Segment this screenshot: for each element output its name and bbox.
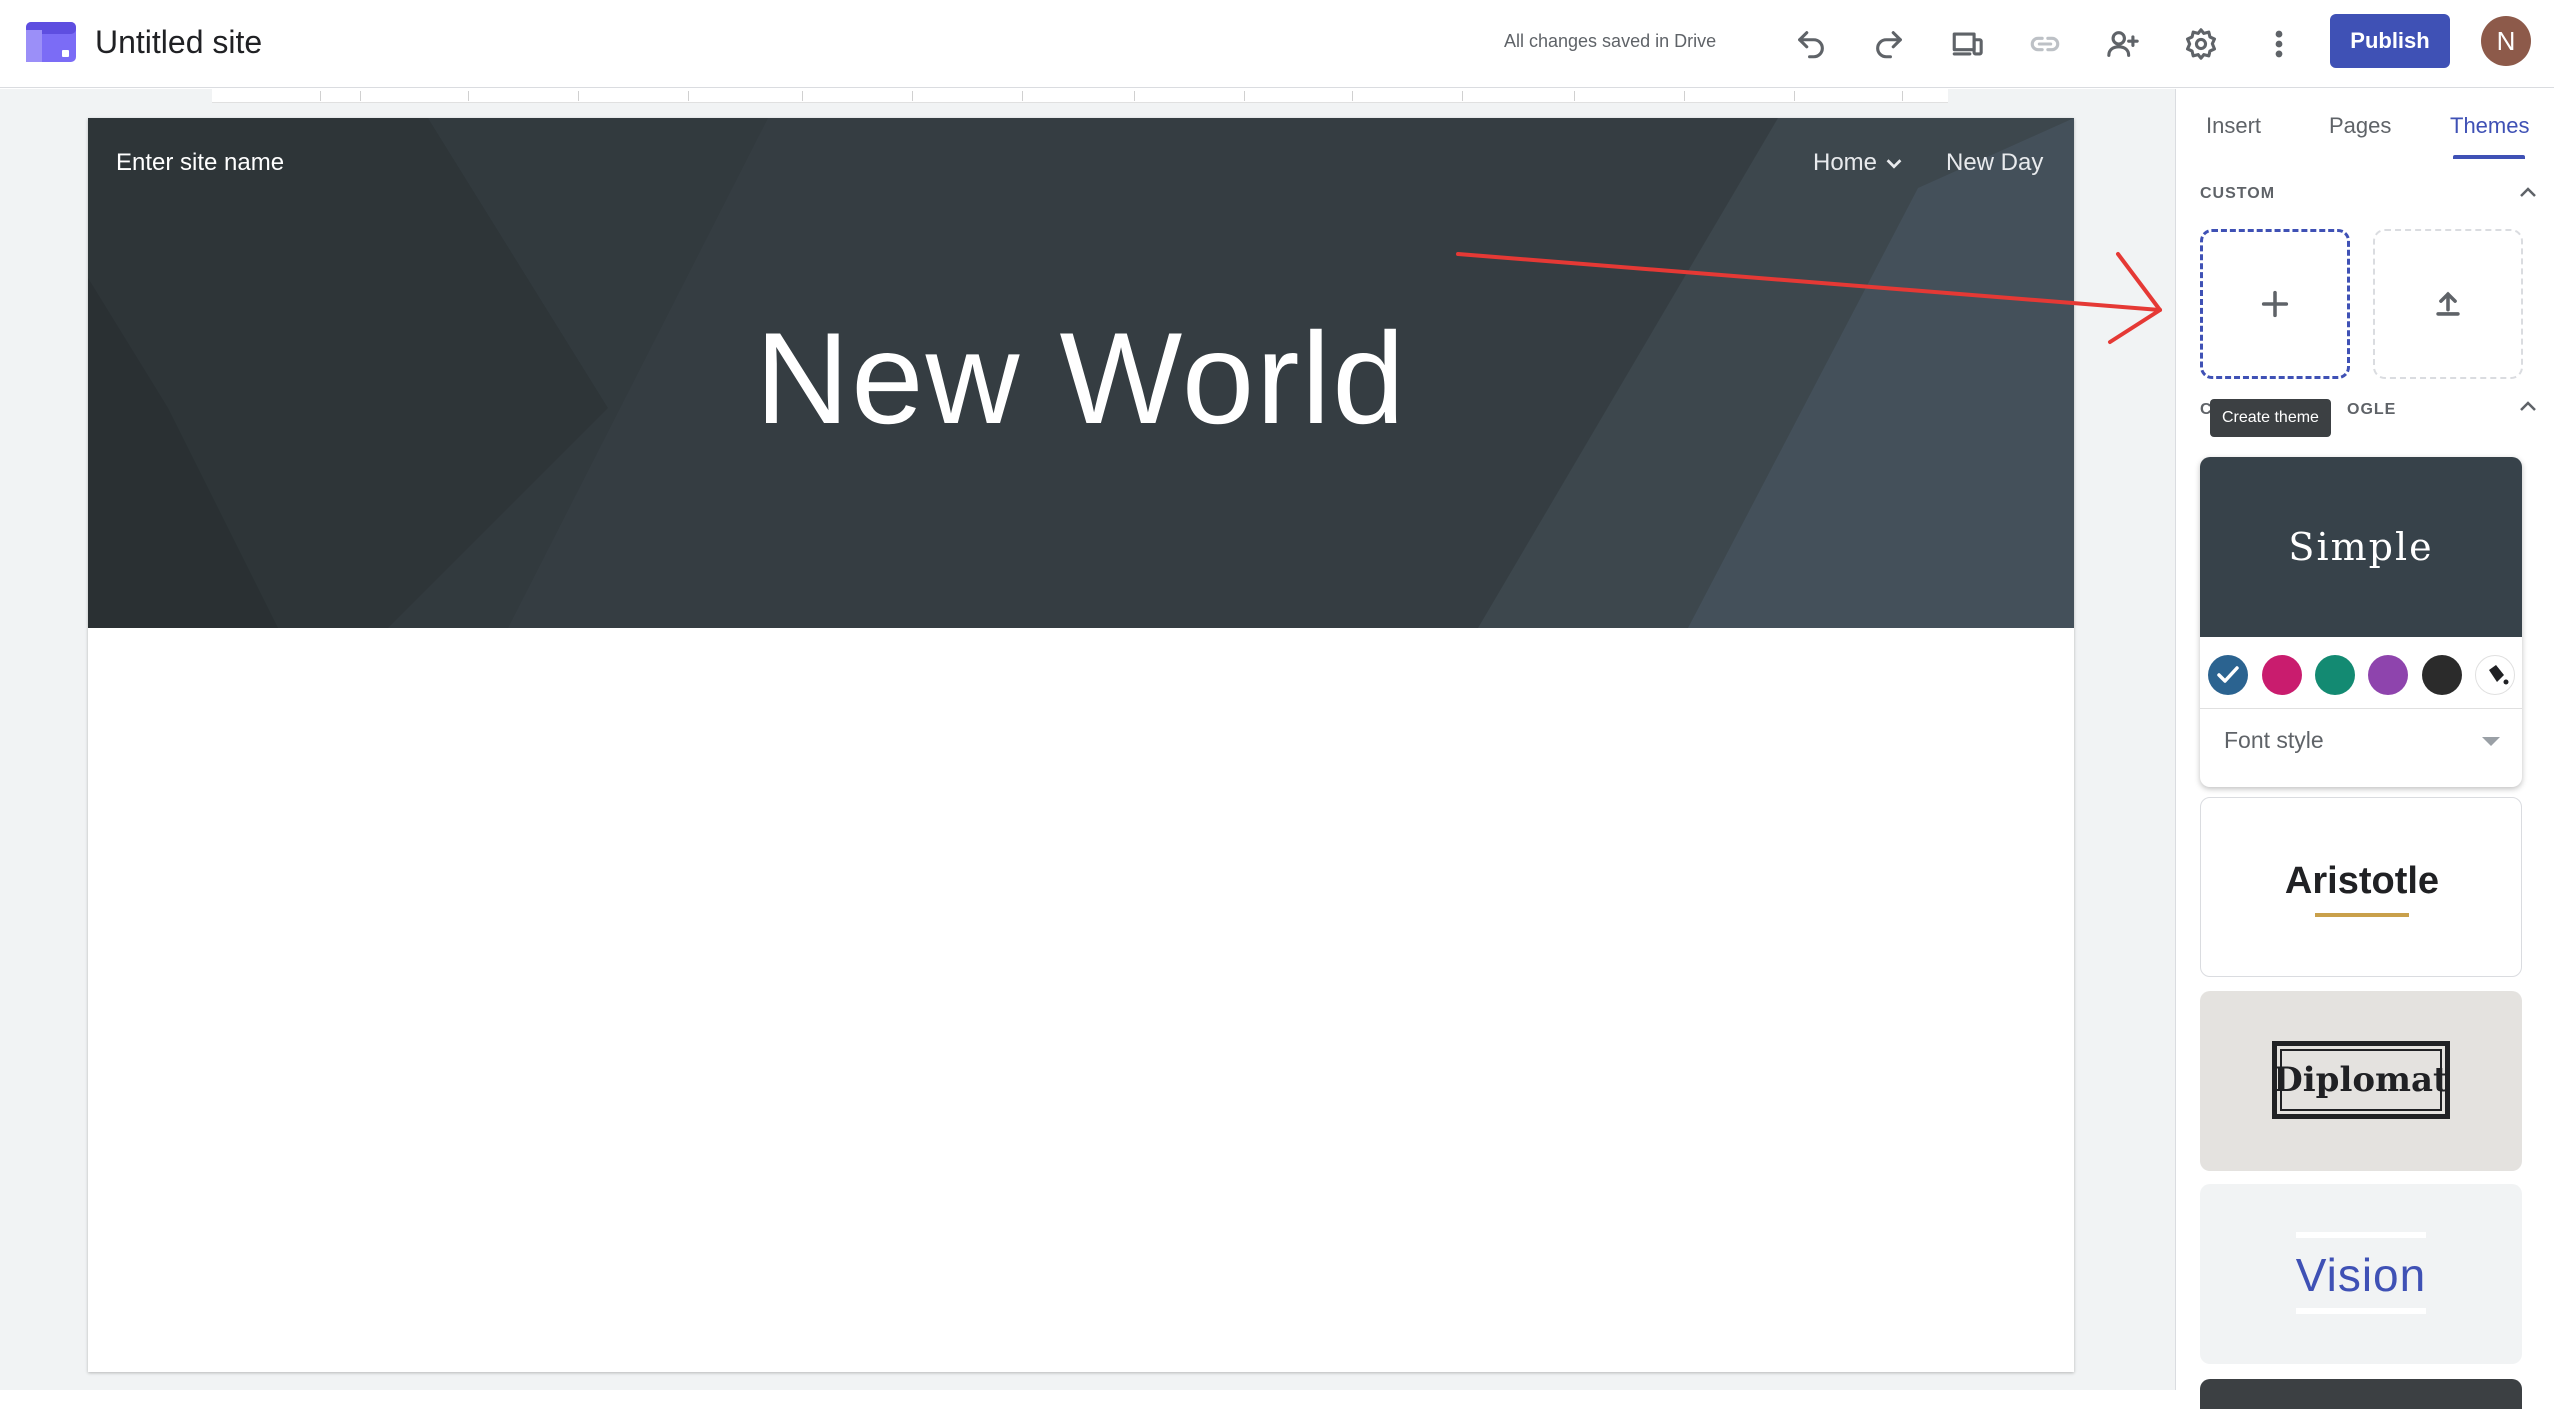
collapse-custom-button[interactable] — [2516, 181, 2540, 205]
settings-button[interactable] — [2177, 20, 2225, 68]
share-button[interactable] — [2099, 20, 2147, 68]
theme-accent-bar — [2296, 1308, 2426, 1314]
copy-link-button[interactable] — [2021, 20, 2069, 68]
save-status: All changes saved in Drive — [1504, 31, 1717, 51]
collapse-google-button[interactable] — [2516, 395, 2540, 419]
upload-theme-button[interactable] — [2373, 229, 2523, 379]
swatch-blue[interactable] — [2208, 655, 2248, 695]
theme-card-aristotle[interactable]: Aristotle — [2200, 797, 2522, 977]
check-icon — [2208, 655, 2248, 695]
paint-bucket-icon — [2489, 665, 2509, 685]
custom-section-label: CUSTOM — [2200, 185, 2276, 202]
more-options-button[interactable] — [2255, 20, 2303, 68]
plus-icon — [2261, 290, 2289, 318]
theme-card-next[interactable] — [2200, 1379, 2522, 1409]
theme-frame: Diplomat — [2272, 1041, 2450, 1119]
preview-button[interactable] — [1943, 20, 1991, 68]
active-tab-indicator — [2453, 155, 2525, 159]
undo-button[interactable] — [1787, 20, 1835, 68]
top-app-bar: Untitled site All changes saved in Drive… — [0, 0, 2554, 88]
swatch-purple[interactable] — [2368, 655, 2408, 695]
theme-name: Aristotle — [2284, 860, 2440, 902]
undo-icon — [1798, 31, 1824, 59]
account-avatar[interactable]: N — [2481, 16, 2531, 66]
more-icon — [2275, 30, 2283, 58]
chevron-down-icon — [1886, 159, 1902, 169]
theme-card-simple[interactable]: Simple Font style — [2200, 457, 2522, 787]
swatch-pink[interactable] — [2262, 655, 2302, 695]
redo-button[interactable] — [1865, 20, 1913, 68]
nav-item-new-day[interactable]: New Day — [1946, 146, 2043, 180]
chevron-up-icon — [2520, 187, 2536, 197]
tab-themes[interactable]: Themes — [2450, 111, 2529, 141]
swatch-teal[interactable] — [2315, 655, 2355, 695]
theme-name: Diplomat — [2273, 1060, 2449, 1100]
theme-name: Vision — [2295, 1249, 2427, 1301]
theme-name: Simple — [2200, 457, 2522, 637]
theme-card-diplomat[interactable]: Diplomat — [2200, 991, 2522, 1171]
hero-title[interactable]: New World — [88, 308, 2074, 448]
upload-icon — [2436, 291, 2460, 316]
panel-tabs: Insert Pages Themes — [2176, 89, 2554, 161]
theme-accent-bar — [2296, 1232, 2426, 1238]
create-theme-button[interactable] — [2200, 229, 2350, 379]
link-icon — [2030, 36, 2060, 52]
publish-button[interactable]: Publish — [2330, 14, 2450, 68]
theme-card-vision[interactable]: Vision — [2200, 1184, 2522, 1364]
section-ruler — [212, 89, 1948, 103]
share-icon — [2107, 31, 2139, 57]
font-style-dropdown[interactable]: Font style — [2224, 723, 2324, 757]
swatch-black[interactable] — [2422, 655, 2462, 695]
header-section[interactable]: Enter site name Home New Day New World — [88, 118, 2074, 628]
nav-item-label: Home — [1813, 149, 1878, 176]
site-page[interactable]: Enter site name Home New Day New World — [88, 118, 2074, 1372]
themes-panel: Insert Pages Themes CUSTOM C OGLE Create… — [2175, 89, 2554, 1409]
nav-item-home[interactable]: Home — [1813, 146, 1905, 180]
google-section-label-end: OGLE — [2347, 401, 2397, 418]
chevron-up-icon — [2520, 401, 2536, 411]
preview-icon — [1952, 32, 1983, 56]
settings-icon — [2185, 28, 2217, 60]
editor-canvas: Enter site name Home New Day New World — [0, 89, 2175, 1390]
panel-scrollbar[interactable] — [2546, 89, 2554, 1390]
site-title[interactable]: Untitled site — [95, 20, 262, 64]
sites-logo-icon[interactable] — [26, 22, 76, 62]
tab-insert[interactable]: Insert — [2206, 111, 2261, 141]
custom-color-button[interactable] — [2475, 655, 2515, 695]
color-swatches — [2200, 637, 2522, 709]
create-theme-tooltip: Create theme — [2210, 399, 2331, 437]
site-name-field[interactable]: Enter site name — [116, 146, 284, 180]
theme-accent-line — [2315, 913, 2409, 917]
redo-icon — [1876, 31, 1902, 59]
dropdown-arrow-icon — [2482, 737, 2500, 746]
tab-pages[interactable]: Pages — [2329, 111, 2391, 141]
